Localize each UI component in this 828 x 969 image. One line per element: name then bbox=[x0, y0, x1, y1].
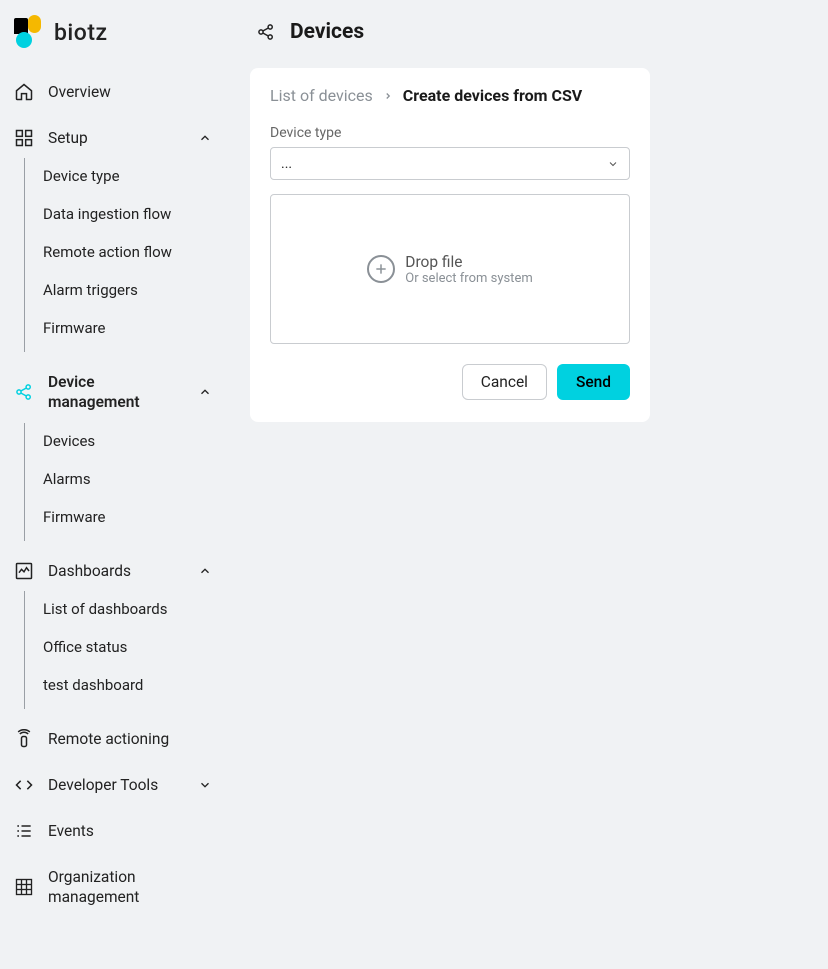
nav-events-label: Events bbox=[48, 821, 212, 841]
nav-dashboards[interactable]: Dashboards bbox=[0, 551, 230, 591]
cancel-button[interactable]: Cancel bbox=[462, 364, 547, 400]
nav-events[interactable]: Events bbox=[0, 811, 230, 851]
nav-setup-label: Setup bbox=[48, 128, 184, 148]
brand-name: biotz bbox=[54, 19, 108, 46]
nav-organization-management[interactable]: Organization management bbox=[0, 857, 230, 917]
grid-icon bbox=[14, 128, 34, 148]
device-type-value: ... bbox=[281, 156, 292, 172]
nav-dm-firmware[interactable]: Firmware bbox=[25, 499, 230, 535]
dropzone-sub-text: Or select from system bbox=[405, 271, 532, 286]
nav-developer-tools[interactable]: Developer Tools bbox=[0, 765, 230, 805]
breadcrumb: List of devices Create devices from CSV bbox=[270, 86, 630, 105]
device-type-label: Device type bbox=[270, 125, 630, 141]
nav-overview-label: Overview bbox=[48, 82, 212, 102]
nav-device-management-label: Device management bbox=[48, 372, 184, 412]
nav: Overview Setup Device type Data ingestio… bbox=[0, 72, 230, 917]
main: Devices List of devices Create devices f… bbox=[230, 0, 828, 969]
chevron-up-icon bbox=[198, 564, 212, 578]
nav-db-office-status[interactable]: Office status bbox=[25, 629, 230, 665]
device-type-select[interactable]: ... bbox=[270, 147, 630, 180]
nav-remote-actioning[interactable]: Remote actioning bbox=[0, 719, 230, 759]
code-icon bbox=[14, 775, 34, 795]
chevron-right-icon bbox=[383, 91, 393, 101]
brand-logo bbox=[14, 18, 42, 46]
activity-icon bbox=[14, 561, 34, 581]
share-icon bbox=[256, 22, 276, 42]
nav-dashboards-label: Dashboards bbox=[48, 561, 184, 581]
dropzone-main-text: Drop file bbox=[405, 253, 532, 271]
nav-db-list[interactable]: List of dashboards bbox=[25, 591, 230, 627]
brand: biotz bbox=[0, 18, 230, 72]
page-header: Devices bbox=[250, 0, 808, 68]
chevron-up-icon bbox=[198, 385, 212, 399]
nav-db-test[interactable]: test dashboard bbox=[25, 667, 230, 703]
nav-dashboards-children: List of dashboards Office status test da… bbox=[24, 591, 230, 709]
nav-developer-tools-label: Developer Tools bbox=[48, 775, 184, 795]
nav-remote-actioning-label: Remote actioning bbox=[48, 729, 212, 749]
nav-device-management-children: Devices Alarms Firmware bbox=[24, 423, 230, 541]
page-title: Devices bbox=[290, 20, 364, 44]
chevron-down-icon bbox=[198, 778, 212, 792]
nav-organization-management-label: Organization management bbox=[48, 867, 212, 907]
list-icon bbox=[14, 821, 34, 841]
breadcrumb-prev[interactable]: List of devices bbox=[270, 86, 373, 105]
send-button[interactable]: Send bbox=[557, 364, 630, 400]
nav-dm-alarms[interactable]: Alarms bbox=[25, 461, 230, 497]
nav-setup-children: Device type Data ingestion flow Remote a… bbox=[24, 158, 230, 352]
nav-setup-remote-action[interactable]: Remote action flow bbox=[25, 234, 230, 270]
nav-setup[interactable]: Setup bbox=[0, 118, 230, 158]
sidebar: biotz Overview Setup Device type bbox=[0, 0, 230, 969]
chevron-up-icon bbox=[198, 131, 212, 145]
share-icon bbox=[14, 382, 34, 402]
create-devices-card: List of devices Create devices from CSV … bbox=[250, 68, 650, 422]
file-dropzone[interactable]: Drop file Or select from system bbox=[270, 194, 630, 344]
nav-overview[interactable]: Overview bbox=[0, 72, 230, 112]
nav-setup-device-type[interactable]: Device type bbox=[25, 158, 230, 194]
nav-dm-devices[interactable]: Devices bbox=[25, 423, 230, 459]
breadcrumb-current: Create devices from CSV bbox=[403, 86, 582, 105]
action-row: Cancel Send bbox=[270, 364, 630, 400]
nav-setup-data-ingestion[interactable]: Data ingestion flow bbox=[25, 196, 230, 232]
remote-icon bbox=[14, 729, 34, 749]
nav-setup-firmware[interactable]: Firmware bbox=[25, 310, 230, 346]
dropzone-text: Drop file Or select from system bbox=[405, 253, 532, 286]
home-icon bbox=[14, 82, 34, 102]
building-icon bbox=[14, 877, 34, 897]
plus-circle-icon bbox=[367, 255, 395, 283]
chevron-down-icon bbox=[607, 158, 619, 170]
nav-setup-alarm-triggers[interactable]: Alarm triggers bbox=[25, 272, 230, 308]
nav-device-management[interactable]: Device management bbox=[0, 362, 230, 422]
